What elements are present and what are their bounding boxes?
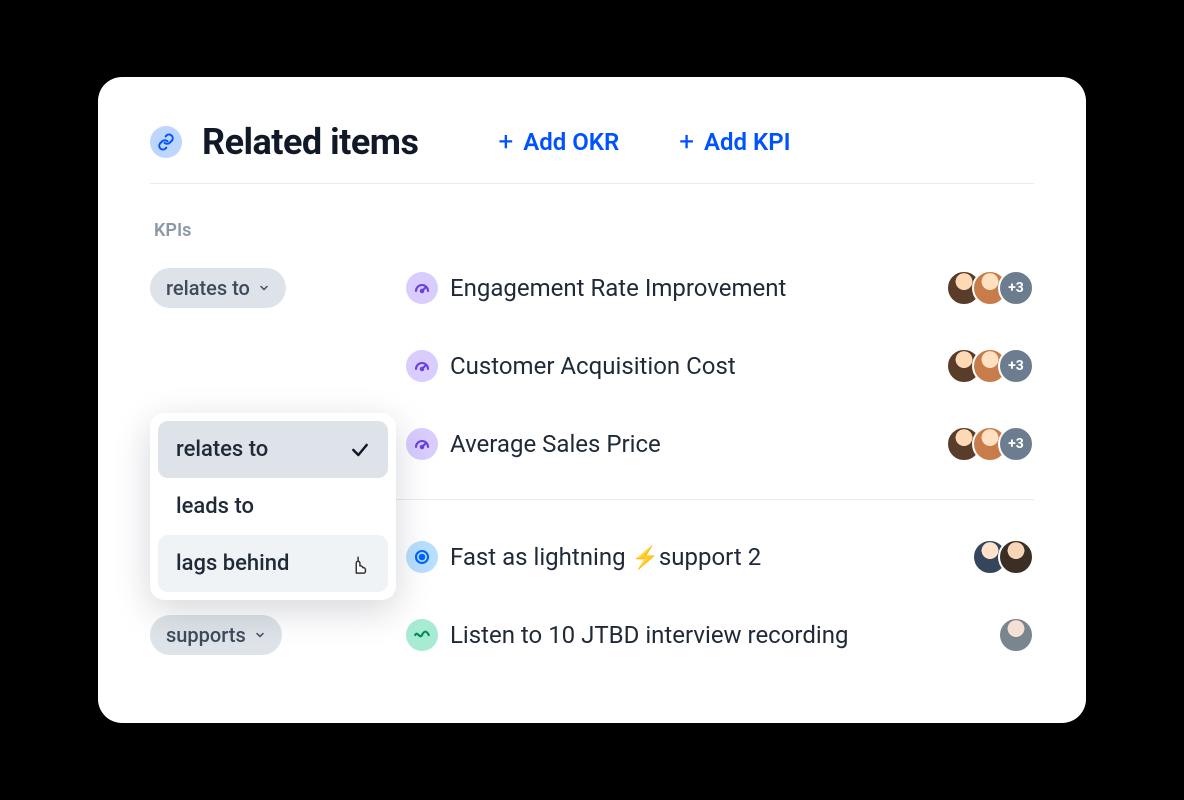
lightning-emoji: ⚡	[632, 546, 659, 571]
avatar	[998, 539, 1034, 575]
kpi-row: relates to Engagement Rate Improvement +…	[150, 265, 1034, 311]
plus-icon: +	[679, 129, 694, 155]
relates-to-tag[interactable]: relates to	[150, 268, 286, 308]
panel-title: Related items	[202, 121, 418, 163]
chevron-down-icon	[254, 629, 266, 641]
overflow-count: +3	[998, 426, 1034, 462]
check-icon	[350, 440, 370, 460]
chevron-down-icon	[258, 282, 270, 294]
plus-icon: +	[498, 129, 513, 155]
overflow-count: +3	[998, 270, 1034, 306]
dropdown-option-lags-behind[interactable]: lags behind	[158, 535, 388, 592]
gauge-icon	[406, 272, 438, 304]
kpi-title[interactable]: Customer Acquisition Cost	[450, 352, 946, 380]
target-icon	[406, 541, 438, 573]
related-items-panel: Related items + Add OKR + Add KPI KPIs r…	[98, 77, 1086, 723]
avatar-group[interactable]: +3	[946, 270, 1034, 306]
okr-row: supports Listen to 10 JTBD interview rec…	[150, 612, 1034, 658]
panel-header: Related items + Add OKR + Add KPI	[150, 121, 1034, 184]
kpi-row: Customer Acquisition Cost +3	[150, 343, 1034, 389]
overflow-count: +3	[998, 348, 1034, 384]
kpi-title[interactable]: Engagement Rate Improvement	[450, 274, 946, 302]
okr-title[interactable]: Listen to 10 JTBD interview recording	[450, 621, 998, 649]
link-icon	[150, 126, 182, 158]
gauge-icon	[406, 350, 438, 382]
avatar-group[interactable]	[998, 617, 1034, 653]
avatar-group[interactable]: +3	[946, 426, 1034, 462]
avatar	[998, 617, 1034, 653]
pointer-cursor-icon	[348, 553, 370, 575]
kpi-title[interactable]: Average Sales Price	[450, 430, 946, 458]
supports-tag[interactable]: supports	[150, 615, 282, 655]
kpis-section-label: KPIs	[154, 220, 1034, 241]
avatar-group[interactable]: +3	[946, 348, 1034, 384]
relation-dropdown: relates to leads to lags behind	[150, 413, 396, 600]
add-okr-button[interactable]: + Add OKR	[498, 128, 619, 156]
wave-icon	[406, 619, 438, 651]
gauge-icon	[406, 428, 438, 460]
add-kpi-button[interactable]: + Add KPI	[679, 128, 790, 156]
dropdown-option-leads-to[interactable]: leads to	[158, 478, 388, 535]
okr-title[interactable]: Fast as lightning ⚡support 2	[450, 543, 972, 571]
avatar-group[interactable]	[972, 539, 1034, 575]
dropdown-option-relates-to[interactable]: relates to	[158, 421, 388, 478]
